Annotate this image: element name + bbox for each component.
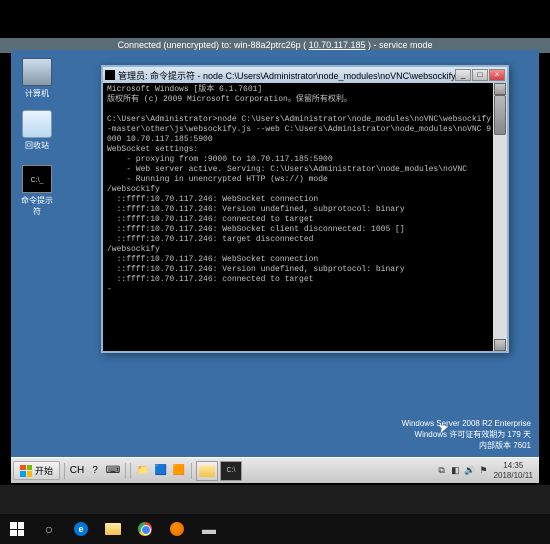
cmd-scrollbar[interactable]: ▴▾ (493, 83, 507, 351)
host-search-button[interactable]: ○ (36, 516, 62, 542)
ql-explorer-icon[interactable]: 📁 (135, 463, 151, 479)
firefox-icon (170, 522, 184, 536)
cmd-icon: C:\_ (22, 165, 52, 193)
tray-flag-icon[interactable]: ⚑ (478, 465, 490, 477)
host-start-button[interactable] (4, 516, 30, 542)
clock-time: 14:35 (494, 461, 533, 471)
close-button[interactable]: × (489, 69, 505, 81)
folder-icon (105, 523, 121, 535)
windows-logo-icon (10, 522, 24, 536)
host-chrome-button[interactable] (132, 516, 158, 542)
cmd-titlebar[interactable]: 管理员: 命令提示符 - node C:\Users\Administrator… (103, 67, 507, 83)
task-explorer[interactable] (196, 461, 218, 481)
tray-sound-icon[interactable]: 🔊 (464, 465, 476, 477)
host-taskbar[interactable]: ○ e ▬ (0, 514, 550, 544)
scroll-thumb[interactable] (494, 95, 506, 135)
icon-label: 回收站 (19, 140, 55, 151)
host-explorer-button[interactable] (100, 516, 126, 542)
ql-app2-icon[interactable]: 🟧 (171, 463, 187, 479)
system-tray: ⧉ ◧ 🔊 ⚑ 14:35 2018/10/11 (436, 461, 537, 481)
quick-launch-bar: CH ? ⌨ (64, 463, 126, 479)
scroll-up-arrow[interactable]: ▴ (494, 83, 506, 95)
computer-icon (22, 58, 52, 86)
host-firefox-button[interactable] (164, 516, 190, 542)
vnc-viewer-frame: Connected (unencrypted) to: win-88a2ptrc… (0, 0, 550, 485)
desktop-icon-cmd-shortcut[interactable]: C:\_ 命令提示符 (19, 165, 55, 217)
chrome-icon (138, 522, 152, 536)
cmd-window-title: 管理员: 命令提示符 - node C:\Users\Administrator… (118, 69, 455, 82)
start-button[interactable]: 开始 (13, 461, 60, 480)
banner-host: win-88a2ptrc26p (234, 40, 301, 50)
tray-network-icon[interactable]: ⧉ (436, 465, 448, 477)
scroll-down-arrow[interactable]: ▾ (494, 339, 506, 351)
branding-license: Windows 许可证有效期为 179 天 (402, 429, 531, 440)
host-edge-button[interactable]: e (68, 516, 94, 542)
quick-launch-bar-2: 📁 🟦 🟧 (130, 463, 192, 479)
ql-app-icon[interactable]: 🟦 (153, 463, 169, 479)
windows-logo-icon (20, 465, 32, 477)
lang-indicator[interactable]: CH (69, 463, 85, 479)
tray-item-icon[interactable]: ◧ (450, 465, 462, 477)
cmd-text: Microsoft Windows [版本 6.1.7601] 版权所有 (c)… (107, 85, 491, 294)
icon-label: 命令提示符 (19, 195, 55, 217)
minimize-button[interactable]: _ (455, 69, 471, 81)
remote-desktop-area[interactable]: 计算机 回收站 C:\_ 命令提示符 管理员: 命令提示符 - node C:\… (11, 50, 539, 483)
banner-prefix: Connected (unencrypted) to: (117, 40, 234, 50)
remote-taskbar[interactable]: 开始 CH ? ⌨ 📁 🟦 🟧 C:\ ⧉ ◧ 🔊 (11, 457, 539, 483)
banner-suffix: - service mode (371, 40, 433, 50)
cmd-title-icon (105, 70, 115, 80)
banner-ip-link[interactable]: 10.70.117.185 (309, 40, 366, 50)
taskbar-clock[interactable]: 14:35 2018/10/11 (494, 461, 533, 481)
taskbar-tasks: C:\ (196, 461, 242, 481)
ql-keyboard-icon[interactable]: ⌨ (105, 463, 121, 479)
desktop-icon-computer[interactable]: 计算机 (19, 58, 55, 99)
icon-label: 计算机 (19, 88, 55, 99)
folder-icon (199, 465, 215, 477)
branding-edition: Windows Server 2008 R2 Enterprise (402, 418, 531, 429)
clock-date: 2018/10/11 (494, 471, 533, 481)
ql-help-icon[interactable]: ? (87, 463, 103, 479)
desktop-icon-recycle-bin[interactable]: 回收站 (19, 110, 55, 151)
windows-branding: Windows Server 2008 R2 Enterprise Window… (402, 418, 531, 451)
cmd-output-area[interactable]: Microsoft Windows [版本 6.1.7601] 版权所有 (c)… (103, 83, 507, 351)
branding-build: 内部版本 7601 (402, 440, 531, 451)
host-app-button[interactable]: ▬ (196, 516, 222, 542)
maximize-button[interactable]: □ (472, 69, 488, 81)
start-label: 开始 (35, 464, 53, 477)
cmd-window[interactable]: 管理员: 命令提示符 - node C:\Users\Administrator… (101, 65, 509, 353)
edge-icon: e (74, 522, 88, 536)
recycle-bin-icon (22, 110, 52, 138)
task-cmd[interactable]: C:\ (220, 461, 242, 481)
